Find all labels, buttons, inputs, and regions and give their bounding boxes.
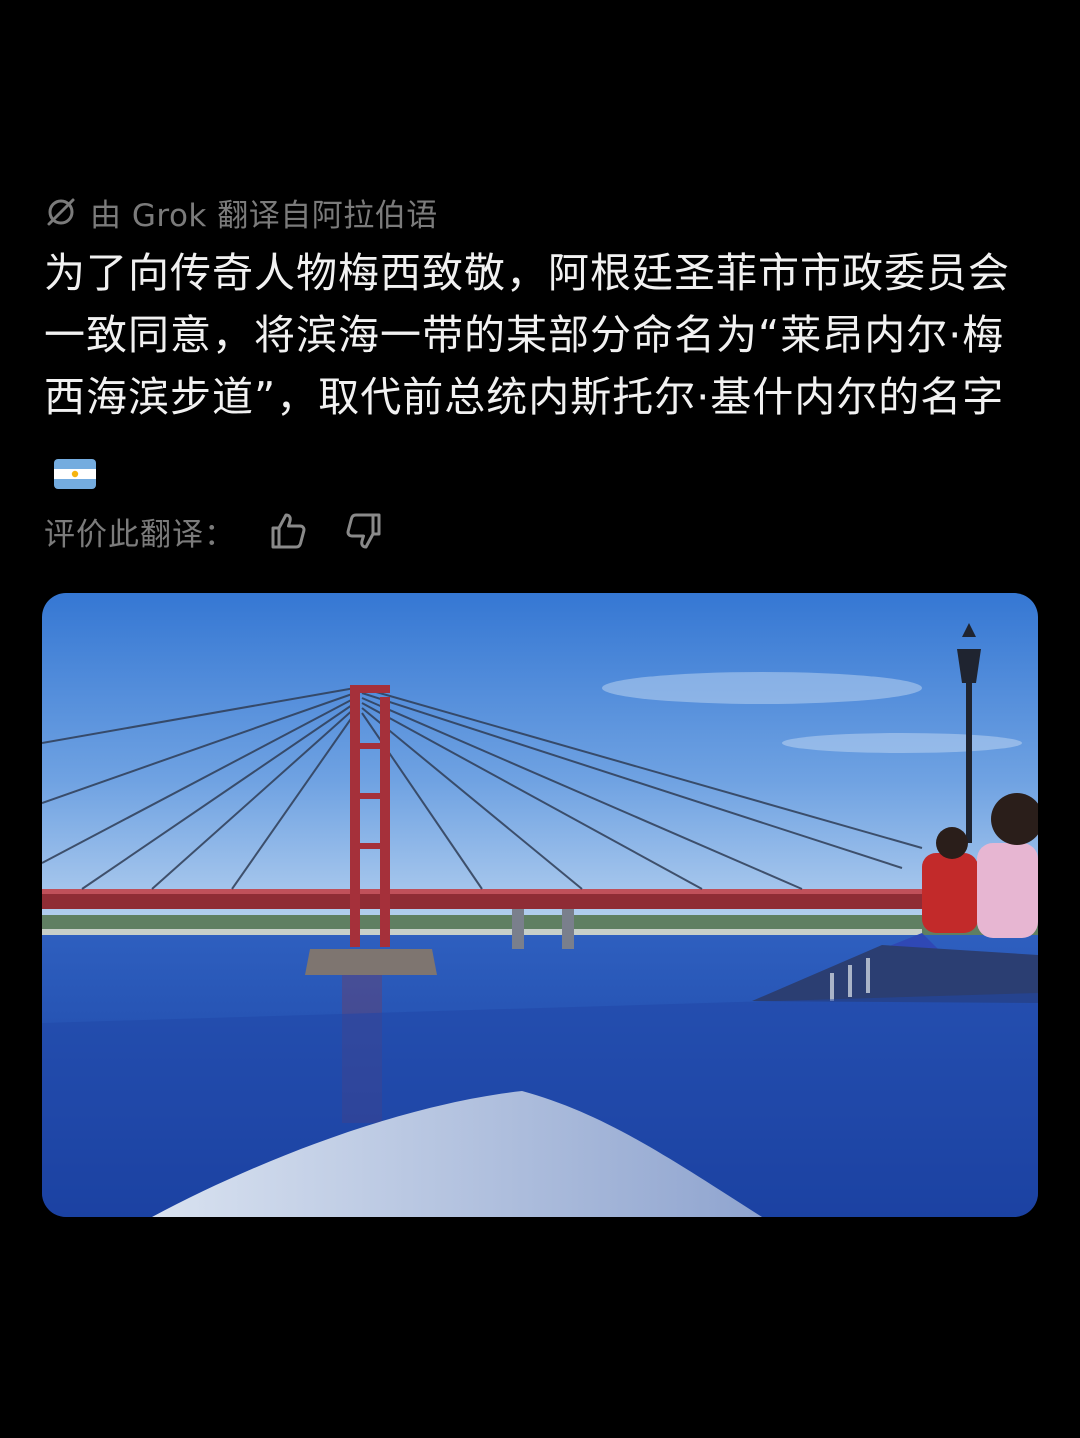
post-text: 为了向传奇人物梅西致敬，阿根廷圣菲市市政委员会一致同意，将滨海一带的某部分命名为… — [44, 242, 1044, 490]
translation-badge[interactable]: 由 Grok 翻译自阿拉伯语 — [44, 190, 438, 234]
thumbs-down-button[interactable] — [342, 509, 386, 553]
thumbs-up-icon — [271, 513, 306, 549]
rate-translation-row: 评价此翻译： — [44, 506, 386, 556]
bridge-photo — [42, 593, 1038, 1217]
thumbs-up-button[interactable] — [266, 509, 310, 553]
argentina-flag-icon — [54, 444, 96, 489]
rate-translation-label: 评价此翻译： — [44, 516, 236, 553]
translation-badge-text: 由 Grok 翻译自阿拉伯语 — [90, 197, 438, 234]
post-body: 为了向传奇人物梅西致敬，阿根廷圣菲市市政委员会一致同意，将滨海一带的某部分命名为… — [44, 249, 1010, 421]
thumbs-down-icon — [346, 513, 381, 549]
post-photo[interactable] — [42, 593, 1038, 1217]
grok-icon — [44, 195, 78, 229]
